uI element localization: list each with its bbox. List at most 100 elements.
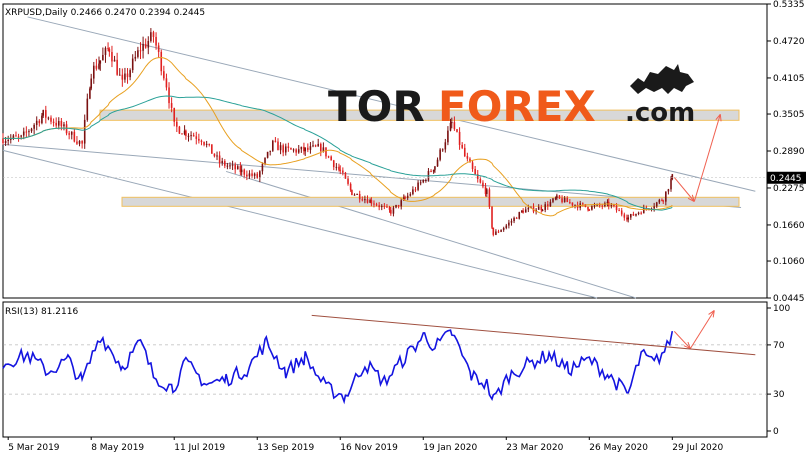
candle-body: [447, 130, 449, 143]
candle-body: [68, 133, 70, 135]
price-tick-label: 0.4720: [773, 37, 805, 47]
candle-body: [330, 156, 332, 161]
candle-body: [33, 124, 35, 129]
candle-body: [513, 217, 515, 222]
candle-body: [388, 206, 391, 210]
candle-body: [50, 117, 52, 122]
candle-body: [279, 145, 282, 151]
candle-body: [497, 231, 500, 233]
candle-body: [150, 32, 152, 42]
candle-body: [218, 155, 221, 163]
candle-body: [274, 140, 277, 142]
support-zone: [121, 196, 740, 207]
candle-body: [495, 231, 497, 235]
candle-body: [500, 230, 502, 232]
candle-body: [147, 41, 150, 48]
candle-body: [351, 189, 353, 195]
candle-body: [63, 124, 65, 127]
candle-body: [28, 131, 30, 133]
candle-body: [383, 205, 386, 207]
candle-body: [322, 147, 325, 152]
candle-body: [190, 135, 192, 137]
chart-root: 0.5335 0.4720 0.4105 0.3505 0.2890 0.2275 0.16…: [0, 0, 808, 458]
candle-body: [474, 169, 476, 175]
candle-body: [314, 145, 317, 147]
candle-body: [60, 120, 63, 127]
candle-body: [102, 54, 104, 61]
candle-body: [610, 205, 613, 207]
candle-body: [436, 159, 439, 167]
candle-body: [540, 206, 543, 210]
candle-body: [527, 207, 530, 210]
candle-body: [15, 135, 17, 137]
candle-body: [353, 194, 356, 196]
candle-body: [471, 162, 474, 170]
candle-body: [342, 170, 344, 173]
candle-body: [518, 212, 521, 219]
candle-body: [205, 143, 208, 145]
candle-body: [364, 199, 366, 201]
candle-body: [347, 178, 349, 184]
candle-body: [361, 199, 364, 201]
candle-body: [282, 145, 284, 153]
candle-body: [81, 140, 83, 144]
candle-body: [430, 170, 432, 172]
x-tick-label: 23 Mar 2020: [506, 443, 563, 453]
candle-body: [7, 139, 9, 142]
candle-body: [213, 153, 216, 157]
candle-body: [234, 164, 236, 170]
candle-body: [163, 71, 165, 79]
candle-body: [52, 121, 55, 123]
rsi-tick-label: 30: [773, 390, 785, 400]
candle-body: [126, 73, 129, 78]
brand-part-tor: TOR: [328, 82, 425, 131]
candle-body: [491, 206, 493, 228]
candle-body: [98, 63, 100, 69]
candle-body: [370, 200, 373, 204]
candle-body: [439, 149, 441, 160]
candle-body: [386, 206, 388, 208]
candle-body: [12, 135, 15, 138]
candle-body: [107, 47, 109, 50]
candle-body: [544, 204, 546, 210]
x-tick-label: 11 Jul 2019: [174, 443, 225, 453]
candle-body: [587, 206, 589, 210]
candle-body: [623, 214, 626, 218]
candle-body: [618, 210, 620, 212]
brand-part-forex: FOREX: [438, 82, 596, 131]
candle-body: [185, 130, 187, 136]
candle-body: [522, 210, 524, 213]
candle-body: [20, 135, 22, 137]
candle-body: [304, 147, 307, 152]
candle-body: [593, 205, 596, 207]
candle-body: [73, 131, 76, 142]
candle-body: [524, 209, 527, 213]
candle-body: [658, 199, 661, 203]
candle-body: [300, 146, 303, 150]
candle-body: [178, 126, 181, 134]
candle-body: [160, 51, 163, 72]
candle-body: [338, 166, 340, 170]
candle-body: [38, 120, 41, 124]
candle-body: [76, 141, 78, 144]
candle-body: [409, 194, 412, 196]
candle-body: [307, 147, 309, 150]
candle-body: [466, 156, 469, 159]
price-tick-label: 0.0445: [773, 294, 805, 304]
candle-body: [236, 166, 239, 170]
candle-body: [45, 110, 47, 118]
candle-body: [271, 140, 274, 151]
candle-body: [325, 147, 327, 157]
candle-body: [124, 73, 126, 80]
candle-body: [653, 206, 655, 209]
candle-body: [65, 124, 68, 134]
candle-body: [463, 147, 466, 157]
candle-body: [86, 98, 89, 120]
candle-body: [181, 133, 183, 135]
candle-body: [47, 117, 50, 119]
x-tick-label: 16 Nov 2019: [340, 443, 398, 453]
candle-body: [70, 131, 73, 135]
candle-body: [356, 193, 358, 195]
candle-body: [168, 87, 170, 104]
candle-body: [155, 36, 157, 46]
